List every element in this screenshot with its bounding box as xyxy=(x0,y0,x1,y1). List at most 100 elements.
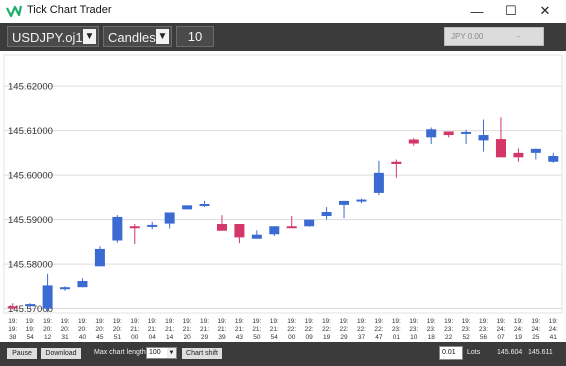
x-tick-label: 54 xyxy=(271,334,279,341)
x-tick-label: 19: xyxy=(514,318,523,325)
x-tick-label: 19: xyxy=(95,318,104,325)
x-tick-label: 54 xyxy=(27,334,35,341)
x-tick-label: 23: xyxy=(444,326,453,333)
candle-body xyxy=(461,131,472,134)
candle-body xyxy=(234,224,245,238)
download-button[interactable]: Download xyxy=(41,348,81,359)
x-tick-label: 22: xyxy=(322,326,331,333)
candle-body xyxy=(42,285,53,309)
x-tick-label: 20: xyxy=(113,326,122,333)
x-tick-label: 07 xyxy=(497,334,505,341)
y-tick-label: 145.60000 xyxy=(8,171,53,182)
candle-body xyxy=(548,155,559,162)
price-button-extra: - xyxy=(517,32,520,41)
x-tick-label: 09 xyxy=(306,334,314,341)
x-tick-label: 19: xyxy=(130,318,139,325)
x-tick-label: 19: xyxy=(183,318,192,325)
window-title: Tick Chart Trader xyxy=(27,4,112,16)
x-tick-label: 47 xyxy=(375,334,383,341)
x-tick-label: 31 xyxy=(61,334,69,341)
candle-body xyxy=(25,304,36,307)
candle-body xyxy=(356,199,367,202)
x-tick-label: 19: xyxy=(113,318,122,325)
x-tick-label: 19: xyxy=(374,318,383,325)
x-tick-label: 39 xyxy=(218,334,226,341)
x-tick-label: 51 xyxy=(114,334,122,341)
x-tick-label: 22: xyxy=(287,326,296,333)
x-tick-label: 50 xyxy=(253,334,261,341)
x-tick-label: 19: xyxy=(26,326,35,333)
x-tick-label: 19 xyxy=(515,334,523,341)
candle-body xyxy=(426,129,437,138)
x-tick-label: 20: xyxy=(78,326,87,333)
maximize-icon: ☐ xyxy=(505,3,517,18)
maximize-button[interactable]: ☐ xyxy=(494,0,528,22)
x-tick-label: 22: xyxy=(340,326,349,333)
x-tick-label: 23: xyxy=(392,326,401,333)
x-tick-label: 22: xyxy=(374,326,383,333)
x-tick-label: 23: xyxy=(479,326,488,333)
max-length-value: 100 xyxy=(149,349,161,356)
x-tick-label: 19: xyxy=(61,318,70,325)
x-tick-label: 19: xyxy=(392,318,401,325)
x-tick-label: 19: xyxy=(549,318,558,325)
x-tick-label: 19: xyxy=(252,318,261,325)
plot-frame xyxy=(3,54,563,314)
candle-body xyxy=(408,139,419,144)
x-tick-label: 00 xyxy=(288,334,296,341)
x-tick-label: 56 xyxy=(480,334,488,341)
x-tick-label: 21: xyxy=(235,326,244,333)
period-input[interactable]: 10 xyxy=(176,26,214,47)
candle-body xyxy=(373,172,384,193)
minimize-icon: — xyxy=(470,3,484,19)
x-tick-label: 24: xyxy=(549,326,558,333)
x-tick-label: 19: xyxy=(444,318,453,325)
x-tick-label: 29 xyxy=(201,334,209,341)
symbol-select[interactable]: USDJPY.oj1m ▼ xyxy=(7,26,99,47)
x-tick-label: 21: xyxy=(148,326,157,333)
candle-body xyxy=(164,212,175,224)
lots-input[interactable]: 0.01 xyxy=(439,346,463,360)
candle-body xyxy=(304,219,315,227)
candle-body xyxy=(530,148,541,153)
x-tick-label: 19: xyxy=(78,318,87,325)
chart-area[interactable]: 145.62000 145.61000 145.60000 145.59000 145.… xyxy=(0,51,566,342)
candle-body xyxy=(513,152,524,158)
x-tick-label: 22 xyxy=(445,334,453,341)
chart-shift-button[interactable]: Chart shift xyxy=(182,348,222,359)
max-length-select[interactable]: 100 ▼ xyxy=(146,347,177,359)
x-tick-label: 20: xyxy=(43,326,52,333)
chart-type-select[interactable]: Candles ▼ xyxy=(103,26,172,47)
price-button[interactable]: JPY 0.00 - xyxy=(444,27,544,46)
x-tick-label: 19: xyxy=(270,318,279,325)
candle-body xyxy=(321,212,332,217)
x-tick-label: 19: xyxy=(26,318,35,325)
candle-body xyxy=(199,204,210,207)
x-tick-label: 19: xyxy=(165,318,174,325)
minimize-button[interactable]: — xyxy=(460,0,494,22)
price-button-label: JPY 0.00 xyxy=(451,32,484,41)
x-tick-label: 00 xyxy=(131,334,139,341)
x-tick-label: 19 xyxy=(323,334,331,341)
x-tick-label: 20: xyxy=(61,326,70,333)
x-tick-label: 19: xyxy=(322,318,331,325)
candle-body xyxy=(478,135,489,141)
candle-body xyxy=(7,306,18,309)
close-icon: ✕ xyxy=(539,3,551,18)
x-tick-label: 40 xyxy=(79,334,87,341)
x-tick-label: 52 xyxy=(462,334,470,341)
candle-body xyxy=(129,226,140,229)
pause-button[interactable]: Pause xyxy=(7,348,37,359)
candle-body xyxy=(443,131,454,136)
chevron-down-icon: ▼ xyxy=(167,348,176,358)
x-tick-label: 10 xyxy=(410,334,418,341)
close-button[interactable]: ✕ xyxy=(528,0,562,22)
x-tick-label: 20 xyxy=(183,334,191,341)
x-tick-label: 21: xyxy=(200,326,209,333)
x-tick-label: 21: xyxy=(165,326,174,333)
max-length-label: Max chart length: xyxy=(94,349,148,356)
x-tick-label: 45 xyxy=(96,334,104,341)
x-tick-label: 29 xyxy=(340,334,348,341)
symbol-value: USDJPY.oj1m xyxy=(12,30,94,45)
candle-body xyxy=(94,248,105,267)
